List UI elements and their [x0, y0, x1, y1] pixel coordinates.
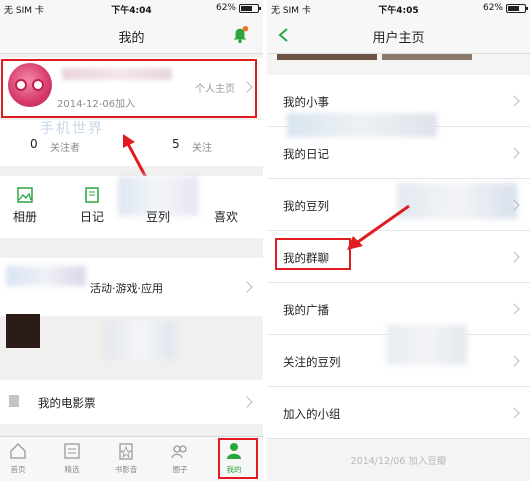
- red-arrow-icon: [347, 204, 410, 250]
- battery-icon: [239, 3, 261, 13]
- tab-me[interactable]: 我的: [214, 441, 254, 475]
- notification-bell-icon[interactable]: [231, 26, 249, 44]
- movie-tickets-row[interactable]: 我的电影票: [0, 380, 263, 424]
- activity-label: 活动·游戏·应用: [90, 282, 163, 295]
- profile-card[interactable]: 2014-12-06加入 个人主页: [0, 58, 263, 118]
- chevron-right-icon: [508, 355, 520, 367]
- chevron-right-icon: [508, 95, 520, 107]
- battery-indicator: 62%: [482, 3, 528, 13]
- media-icon: [119, 443, 133, 460]
- menu-item-label: 我的群聊: [283, 251, 329, 265]
- tab-media[interactable]: 书影音: [106, 441, 146, 475]
- tab-label: 书影音: [114, 465, 138, 474]
- grid-item-doulist[interactable]: 豆列: [128, 186, 188, 225]
- diary-icon: [85, 187, 99, 203]
- menu-item-label: 我的小事: [283, 95, 329, 109]
- thumbnail-image[interactable]: [6, 314, 40, 348]
- tab-label: 精选: [64, 465, 80, 474]
- tab-home[interactable]: 首页: [0, 441, 38, 475]
- grid-item-label: 豆列: [145, 210, 170, 224]
- chevron-right-icon: [508, 251, 520, 263]
- chevron-right-icon: [508, 303, 520, 315]
- menu-item-label: 关注的豆列: [283, 355, 341, 369]
- battery-percent: 62%: [482, 3, 503, 13]
- battery-percent: 62%: [215, 3, 236, 13]
- page-title: 用户主页: [372, 31, 425, 46]
- feature-grid: 相册 日记 豆列 喜欢: [0, 176, 263, 238]
- album-icon: [17, 187, 33, 203]
- nav-bar: 我的: [0, 18, 263, 54]
- avatar[interactable]: [8, 63, 52, 107]
- chevron-right-icon: [508, 407, 520, 419]
- grid-item-diary[interactable]: 日记: [62, 186, 122, 225]
- featured-icon: [64, 443, 80, 459]
- right-screen: 无 SIM 卡 下午4:05 62% 用户主页 我的小事 我的日记 我的豆列 我…: [267, 0, 530, 481]
- ticket-icon: [9, 395, 19, 407]
- followers-count[interactable]: 0: [30, 137, 38, 151]
- tab-label: 首页: [10, 465, 26, 474]
- menu-item-label: 加入的小组: [283, 407, 341, 421]
- header-photo-strip: [277, 54, 377, 60]
- followers-label[interactable]: 关注者: [50, 139, 80, 154]
- battery-icon: [506, 3, 528, 13]
- nav-bar: 用户主页: [267, 18, 530, 54]
- movie-tickets-label: 我的电影票: [38, 396, 96, 410]
- menu-item-my-diary[interactable]: 我的日记: [267, 113, 530, 179]
- following-label[interactable]: 关注: [192, 139, 212, 154]
- grid-item-likes[interactable]: 喜欢: [196, 186, 256, 225]
- homepage-link[interactable]: 个人主页: [195, 80, 235, 95]
- menu-item-label: 我的日记: [283, 147, 329, 161]
- chevron-right-icon: [241, 81, 253, 93]
- watermark-text: 手机世界: [40, 121, 104, 137]
- left-screen: 无 SIM 卡 下午4:04 62% 我的 2014-12-06加入 个人主页 …: [0, 0, 263, 481]
- home-icon: [10, 443, 26, 459]
- grid-item-label: 日记: [79, 210, 104, 224]
- tab-groups[interactable]: 圈子: [160, 441, 200, 475]
- join-date: 2014-12-06加入: [57, 99, 136, 110]
- chevron-right-icon: [508, 147, 520, 159]
- tab-label: 我的: [226, 465, 242, 474]
- page-title: 我的: [118, 31, 145, 46]
- menu-item-label: 我的广播: [283, 303, 329, 317]
- grid-item-label: 喜欢: [213, 210, 238, 224]
- header-photo-strip: [382, 54, 472, 60]
- tab-featured[interactable]: 精选: [52, 441, 92, 475]
- tab-label: 圈子: [172, 465, 188, 474]
- chevron-right-icon: [241, 281, 253, 293]
- following-count[interactable]: 5: [172, 137, 180, 151]
- menu-item-joined-groups[interactable]: 加入的小组: [267, 387, 530, 439]
- battery-indicator: 62%: [215, 3, 261, 13]
- username-blurred: [62, 68, 172, 80]
- join-date-footer: 2014/12/06 加入豆瓣: [350, 456, 447, 467]
- chevron-right-icon: [241, 396, 253, 408]
- group-icon: [171, 445, 187, 459]
- menu-item-followed-doulists[interactable]: 关注的豆列: [267, 325, 530, 387]
- tab-bar: 首页 精选 书影音 圈子 我的: [0, 436, 263, 481]
- grid-item-album[interactable]: 相册: [0, 186, 55, 225]
- recent-thumbnail-row: [0, 310, 263, 362]
- status-bar: 无 SIM 卡 下午4:04 62%: [0, 0, 263, 18]
- menu-item-label: 我的豆列: [283, 199, 329, 213]
- activity-row[interactable]: 活动·游戏·应用: [0, 258, 263, 316]
- status-bar: 无 SIM 卡 下午4:05 62%: [267, 0, 530, 18]
- user-icon: [227, 443, 241, 459]
- grid-item-label: 相册: [12, 210, 37, 224]
